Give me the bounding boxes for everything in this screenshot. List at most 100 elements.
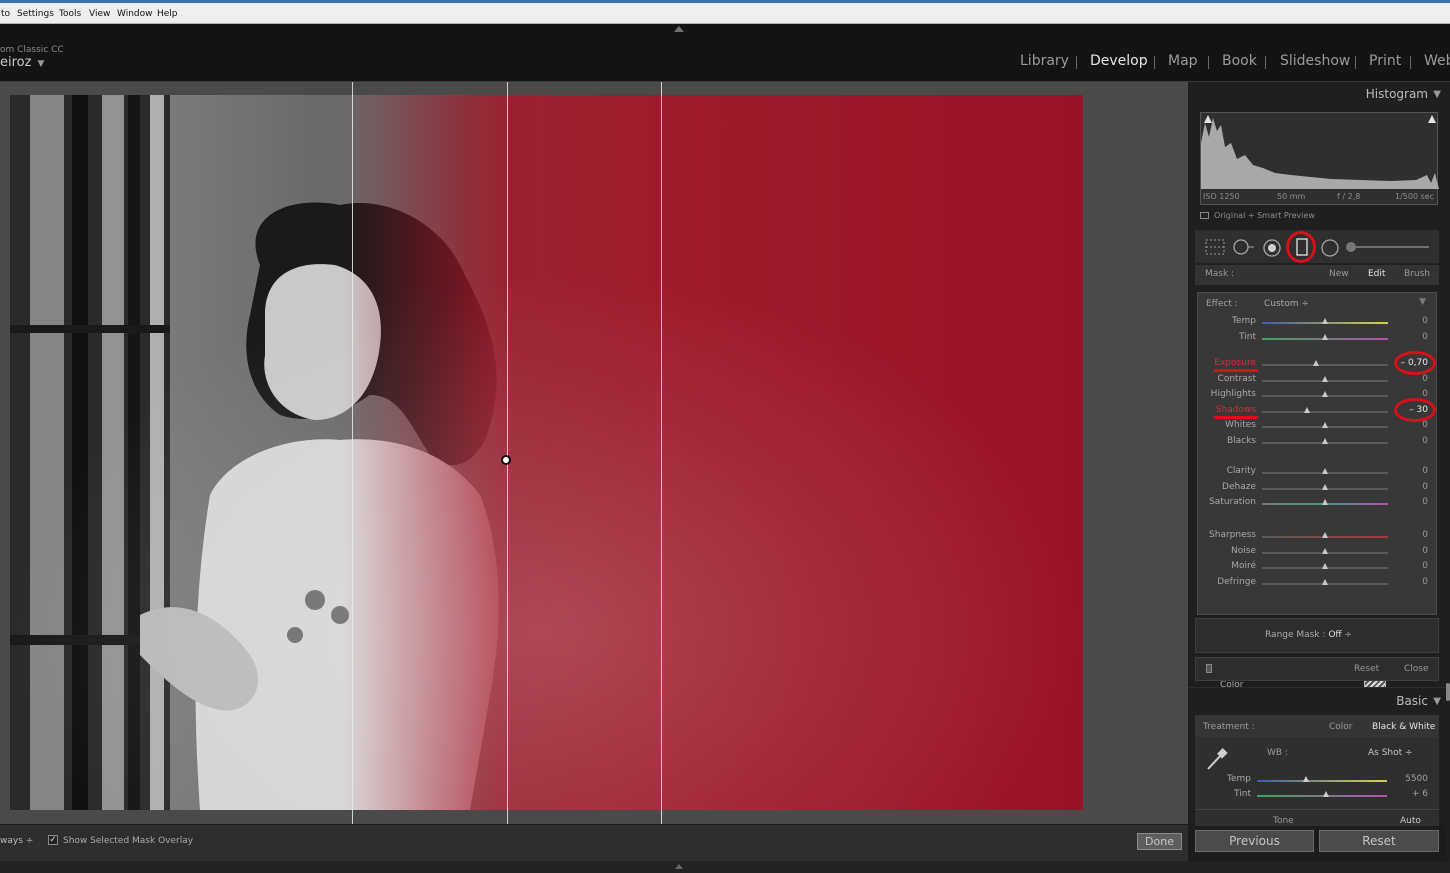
radial-filter-icon[interactable] <box>1321 239 1339 257</box>
image-canvas[interactable] <box>0 82 1188 824</box>
collapse-filmstrip-icon[interactable] <box>675 864 683 869</box>
slider-thumb[interactable] <box>1322 578 1328 585</box>
red-eye-icon[interactable] <box>1263 239 1281 257</box>
slider-thumb[interactable] <box>1322 468 1328 474</box>
histogram[interactable]: ISO 1250 50 mm f / 2,8 1/500 sec <box>1200 112 1439 205</box>
slider-thumb[interactable] <box>1322 422 1328 429</box>
slider-thumb[interactable] <box>1322 333 1328 340</box>
show-mask-overlay-checkbox[interactable]: ✓ <box>48 835 58 845</box>
menu-tools[interactable]: Tools <box>59 9 81 19</box>
slider-dehaze[interactable]: Dehaze 0 <box>1198 482 1438 494</box>
slider-value[interactable]: 0 <box>1422 546 1428 556</box>
treatment-color-button[interactable]: Color <box>1329 722 1353 732</box>
slider-thumb[interactable] <box>1313 360 1320 366</box>
basic-tint-value[interactable]: + 6 <box>1412 789 1428 799</box>
slider-value[interactable]: 0 <box>1422 482 1428 492</box>
scrollbar-thumb[interactable] <box>1446 683 1450 701</box>
tone-auto-button[interactable]: Auto <box>1400 816 1421 826</box>
done-button[interactable]: Done <box>1137 833 1182 850</box>
basic-temp-track[interactable] <box>1257 780 1387 782</box>
menu-view[interactable]: View <box>89 9 110 19</box>
spot-removal-icon[interactable] <box>1233 239 1255 255</box>
slider-track[interactable] <box>1262 410 1388 413</box>
slider-saturation[interactable]: Saturation 0 <box>1198 497 1438 509</box>
show-edit-pins-select[interactable]: ways ÷ <box>0 836 33 846</box>
slider-thumb[interactable] <box>1322 532 1328 538</box>
module-book[interactable]: Book <box>1222 53 1257 69</box>
module-library[interactable]: Library <box>1020 53 1069 69</box>
slider-value[interactable]: 0 <box>1422 530 1428 540</box>
effect-collapse-icon[interactable]: ▼ <box>1419 297 1426 307</box>
smart-preview-status[interactable]: Original + Smart Preview <box>1200 211 1315 220</box>
slider-blacks[interactable]: Blacks 0 <box>1198 436 1438 448</box>
slider-sharpness[interactable]: Sharpness 0 <box>1198 530 1438 542</box>
right-panel-scrollbar[interactable] <box>1446 82 1450 861</box>
slider-thumb[interactable] <box>1322 318 1328 324</box>
slider-clarity[interactable]: Clarity 0 <box>1198 466 1438 478</box>
collapse-top-panel-icon[interactable] <box>674 26 684 32</box>
basic-temp-value[interactable]: 5500 <box>1405 774 1428 784</box>
slider-value[interactable]: 0 <box>1422 374 1428 384</box>
slider-value[interactable]: 0 <box>1422 316 1428 326</box>
photo-preview[interactable] <box>10 95 1083 810</box>
basic-temp-thumb[interactable] <box>1303 776 1310 782</box>
slider-thumb[interactable] <box>1322 499 1328 506</box>
basic-tint-thumb[interactable] <box>1322 791 1329 797</box>
wb-select[interactable]: As Shot ÷ <box>1368 748 1413 758</box>
collapse-basic-icon[interactable]: ▼ <box>1433 696 1441 707</box>
slider-thumb[interactable] <box>1322 547 1328 554</box>
slider-thumb[interactable] <box>1322 483 1328 490</box>
slider-temp[interactable]: Temp 0 <box>1198 316 1438 328</box>
module-map[interactable]: Map <box>1168 53 1198 69</box>
mask-reset-button[interactable]: Reset <box>1354 664 1379 674</box>
slider-thumb[interactable] <box>1322 563 1328 570</box>
previous-button[interactable]: Previous <box>1195 830 1314 852</box>
slider-value[interactable]: 0 <box>1422 420 1428 430</box>
slider-thumb[interactable] <box>1322 438 1328 444</box>
slider-noise[interactable]: Noise 0 <box>1198 546 1438 558</box>
slider-value[interactable]: 0 <box>1422 577 1428 587</box>
slider-track[interactable] <box>1262 364 1388 366</box>
slider-value[interactable]: 0 <box>1422 466 1428 476</box>
collapse-histogram-icon[interactable]: ▼ <box>1433 89 1441 100</box>
slider-value[interactable]: 0 <box>1422 561 1428 571</box>
mask-edit-button[interactable]: Edit <box>1368 269 1385 279</box>
slider-thumb[interactable] <box>1304 406 1311 413</box>
mask-brush-button[interactable]: Brush <box>1404 269 1430 279</box>
slider-value[interactable]: 0 <box>1422 332 1428 342</box>
histogram-title[interactable]: Histogram <box>1366 87 1428 101</box>
gradient-guide-center[interactable] <box>507 82 508 824</box>
slider-defringe[interactable]: Defringe 0 <box>1198 577 1438 589</box>
reset-button[interactable]: Reset <box>1319 830 1439 852</box>
highlight-clipping-icon[interactable] <box>1428 115 1436 123</box>
toggle-switch-icon[interactable] <box>1206 664 1212 673</box>
menu-item-partial[interactable]: to <box>1 9 10 19</box>
module-slideshow[interactable]: Slideshow <box>1280 53 1350 69</box>
mask-new-button[interactable]: New <box>1329 269 1349 279</box>
gradient-guide-outer-left[interactable] <box>352 82 353 824</box>
mask-close-button[interactable]: Close <box>1404 664 1429 674</box>
slider-whites[interactable]: Whites 0 <box>1198 420 1438 432</box>
adjustment-brush-slider-icon[interactable] <box>1345 241 1431 253</box>
menu-window[interactable]: Window <box>117 9 153 19</box>
slider-moir[interactable]: Moiré 0 <box>1198 561 1438 573</box>
slider-contrast[interactable]: Contrast 0 <box>1198 374 1438 386</box>
gradient-pin-handle[interactable] <box>501 455 511 465</box>
shadow-clipping-icon[interactable] <box>1204 115 1212 123</box>
module-web[interactable]: Web <box>1424 53 1450 69</box>
gradient-guide-outer-right[interactable] <box>661 82 662 824</box>
menu-settings[interactable]: Settings <box>17 9 54 19</box>
slider-value[interactable]: 0 <box>1422 497 1428 507</box>
slider-thumb[interactable] <box>1322 391 1328 398</box>
slider-value[interactable]: 0 <box>1422 389 1428 399</box>
effect-preset-select[interactable]: Custom ÷ <box>1264 299 1309 309</box>
basic-title[interactable]: Basic <box>1396 694 1428 708</box>
crop-overlay-icon[interactable] <box>1205 239 1225 255</box>
range-mask-select[interactable]: Range Mask : Off ÷ <box>1265 630 1352 640</box>
slider-thumb[interactable] <box>1322 375 1328 382</box>
module-print[interactable]: Print <box>1369 53 1401 69</box>
slider-tint[interactable]: Tint 0 <box>1198 332 1438 344</box>
white-balance-eyedropper-icon[interactable] <box>1205 746 1229 772</box>
treatment-bw-button[interactable]: Black & White <box>1372 722 1435 732</box>
slider-value[interactable]: 0 <box>1422 436 1428 446</box>
